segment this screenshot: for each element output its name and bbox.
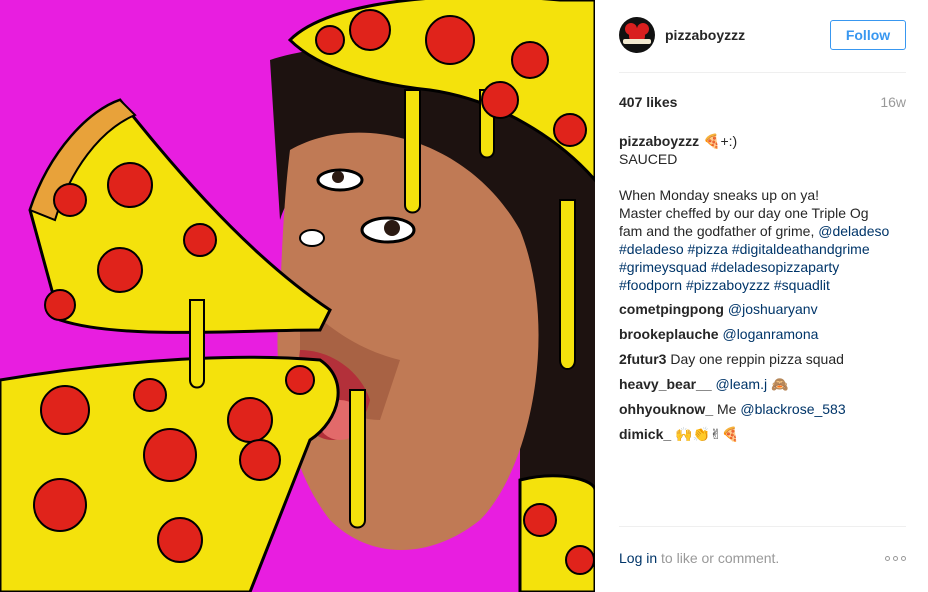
comment-author[interactable]: cometpingpong xyxy=(619,301,724,317)
comment-author[interactable]: ohhyouknow_ xyxy=(619,401,713,417)
more-dot xyxy=(885,555,890,561)
post-header: pizzaboyzzz Follow xyxy=(619,14,906,56)
hashtag-line[interactable]: #grimeysquad #deladesopizzaparty xyxy=(619,258,906,276)
login-prompt-text: to like or comment. xyxy=(657,550,780,566)
comment-item: ohhyouknow_ Me @blackrose_583 xyxy=(619,400,906,418)
comment-item: brookeplauche @loganramona xyxy=(619,325,906,343)
comment-mention[interactable]: @joshuaryanv xyxy=(728,301,818,317)
mention-link[interactable]: @deladeso xyxy=(818,223,889,239)
username-link[interactable]: pizzaboyzzz xyxy=(665,27,745,43)
comment-text: Day one reppin pizza squad xyxy=(670,351,844,367)
post-photo[interactable] xyxy=(0,0,595,592)
comment-item: 2futur3 Day one reppin pizza squad xyxy=(619,350,906,368)
caption-text: fam and the godfather of grime, xyxy=(619,223,819,239)
hashtag-line[interactable]: #deladeso #pizza #digitaldeathandgrime xyxy=(619,240,906,258)
caption-emoji: 🍕+:) xyxy=(703,133,738,149)
follow-button[interactable]: Follow xyxy=(830,20,906,50)
post-stats: 407 likes 16w xyxy=(619,94,906,110)
comment-author[interactable]: 2futur3 xyxy=(619,351,666,367)
comment-mention[interactable]: @leam.j xyxy=(716,376,768,392)
hashtag-line[interactable]: #foodporn #pizzaboyzzz #squadlit xyxy=(619,276,906,294)
comment-mention[interactable]: @loganramona xyxy=(722,326,818,342)
login-link[interactable]: Log in xyxy=(619,550,657,566)
comment-author[interactable]: dimick_ xyxy=(619,426,671,442)
caption-line: When Monday sneaks up on ya! xyxy=(619,187,820,203)
avatar-logo-text xyxy=(623,39,651,44)
likes-count[interactable]: 407 likes xyxy=(619,94,677,110)
comment-text: 🙌👏✌🍕 xyxy=(675,426,740,442)
caption: pizzaboyzzz 🍕+:) SAUCED When Monday snea… xyxy=(619,132,906,294)
comment-mention[interactable]: @blackrose_583 xyxy=(740,401,845,417)
more-dot xyxy=(901,555,906,561)
comment-author[interactable]: heavy_bear__ xyxy=(619,376,712,392)
footer-divider xyxy=(619,526,906,527)
more-dot xyxy=(893,555,898,561)
avatar[interactable] xyxy=(619,17,655,53)
comment-text: 🙈 xyxy=(770,376,789,392)
caption-header: pizzaboyzzz 🍕+:) xyxy=(619,132,906,150)
comment-item: heavy_bear__ @leam.j 🙈 xyxy=(619,375,906,393)
caption-line: Master cheffed by our day one Triple Og xyxy=(619,205,869,221)
comments-list: pizzaboyzzz 🍕+:) SAUCED When Monday snea… xyxy=(619,132,906,450)
comment-item: dimick_ 🙌👏✌🍕 xyxy=(619,425,906,443)
post-age[interactable]: 16w xyxy=(880,94,906,110)
pizza-art-photo xyxy=(0,0,595,592)
comment-item: cometpingpong @joshuaryanv xyxy=(619,300,906,318)
comment-text: Me xyxy=(717,401,737,417)
comment-author[interactable]: brookeplauche xyxy=(619,326,719,342)
more-options-icon[interactable] xyxy=(885,555,906,561)
post-footer: Log in to like or comment. xyxy=(619,550,906,566)
caption-line xyxy=(619,168,906,186)
caption-author[interactable]: pizzaboyzzz xyxy=(619,133,699,149)
post-details-panel: pizzaboyzzz Follow 407 likes 16w pizzabo… xyxy=(595,0,928,592)
caption-line: fam and the godfather of grime, @delades… xyxy=(619,222,906,240)
login-prompt: Log in to like or comment. xyxy=(619,550,779,566)
caption-line: SAUCED xyxy=(619,151,678,167)
header-divider xyxy=(619,72,906,73)
